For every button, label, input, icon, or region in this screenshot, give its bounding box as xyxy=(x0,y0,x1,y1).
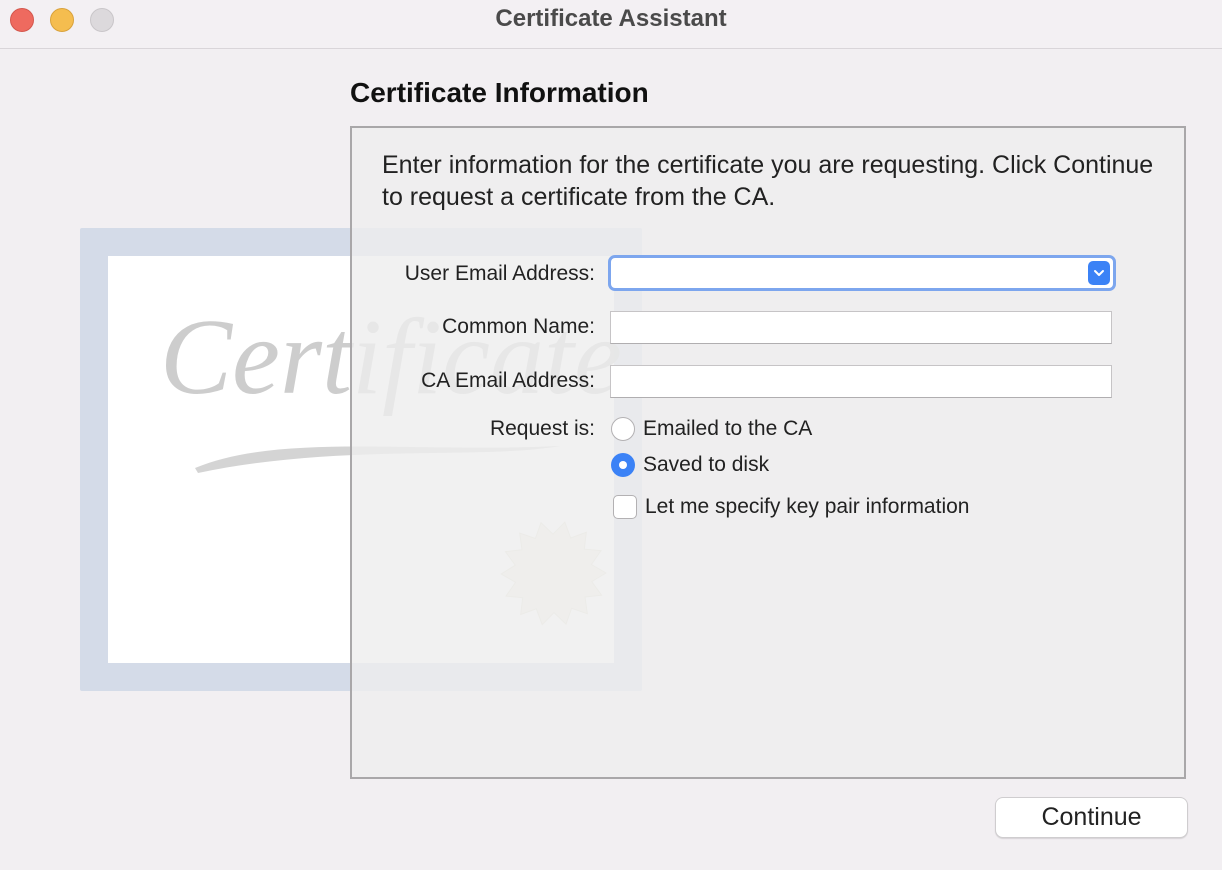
option-saved-to-disk[interactable]: Saved to disk xyxy=(643,453,769,477)
radio-saved-to-disk[interactable] xyxy=(611,453,635,477)
radio-emailed-to-ca[interactable] xyxy=(611,417,635,441)
common-name-field[interactable] xyxy=(610,311,1112,344)
radio-selected-dot xyxy=(619,461,627,469)
title-bar: Certificate Assistant xyxy=(0,0,1222,49)
ca-email-field[interactable] xyxy=(610,365,1112,398)
common-name-label: Common Name: xyxy=(442,315,595,338)
section-title: Certificate Information xyxy=(350,77,649,108)
chevron-down-icon[interactable] xyxy=(1088,261,1110,285)
option-emailed-to-ca[interactable]: Emailed to the CA xyxy=(643,417,812,441)
continue-button[interactable]: Continue xyxy=(995,797,1188,838)
user-email-combobox[interactable] xyxy=(608,255,1116,291)
user-email-label: User Email Address: xyxy=(404,262,595,285)
instructions-text: Enter information for the certificate yo… xyxy=(382,151,1154,211)
ca-email-label: CA Email Address: xyxy=(421,369,595,392)
request-label: Request is: xyxy=(489,417,595,440)
key-pair-checkbox[interactable] xyxy=(613,495,637,519)
key-pair-label[interactable]: Let me specify key pair information xyxy=(645,495,969,519)
window-title: Certificate Assistant xyxy=(495,5,727,32)
